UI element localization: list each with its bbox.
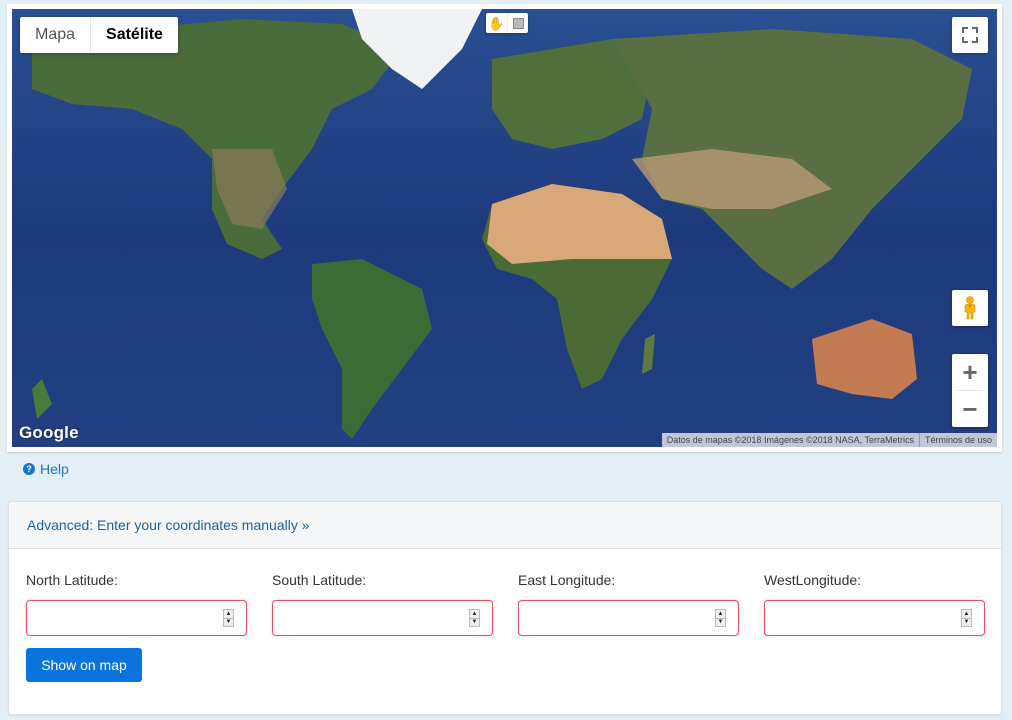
spinner-up-icon[interactable]: ▲: [470, 610, 479, 618]
east-longitude-label: East Longitude:: [518, 572, 616, 588]
satellite-imagery[interactable]: [12, 9, 997, 447]
map-type-control: Mapa Satélite: [20, 17, 178, 53]
question-circle-icon: ?: [23, 463, 35, 475]
north-latitude-group: North Latitude: ▲ ▼: [26, 572, 247, 636]
east-longitude-group: East Longitude: ▲ ▼: [518, 572, 739, 636]
west-longitude-input[interactable]: [765, 601, 984, 635]
pegman-icon: [964, 296, 976, 320]
spinner-down-icon[interactable]: ▼: [716, 617, 725, 627]
spinner-down-icon[interactable]: ▼: [470, 617, 479, 627]
east-longitude-input[interactable]: [519, 601, 738, 635]
coordinate-fields: North Latitude: ▲ ▼ South Latitude: ▲ ▼ …: [26, 572, 1010, 636]
spinner-down-icon[interactable]: ▼: [224, 617, 233, 627]
zoom-in-button[interactable]: +: [952, 354, 988, 390]
pan-tool-button[interactable]: ✋: [486, 13, 507, 33]
south-latitude-label: South Latitude:: [272, 572, 367, 588]
west-longitude-group: WestLongitude: ▲ ▼: [764, 572, 985, 636]
north-latitude-spinner[interactable]: ▲ ▼: [223, 609, 234, 627]
fullscreen-icon-corner: [962, 37, 968, 43]
map-type-mapa[interactable]: Mapa: [20, 17, 90, 53]
world-map[interactable]: Mapa Satélite ✋ + − Google Datos de mapa…: [12, 9, 997, 447]
zoom-control: + −: [952, 354, 988, 427]
west-longitude-spinner[interactable]: ▲ ▼: [961, 609, 972, 627]
attribution-text: Datos de mapas ©2018 Imágenes ©2018 NASA…: [666, 435, 914, 445]
rectangle-draw-icon: [512, 17, 524, 29]
zoom-out-button[interactable]: −: [952, 391, 988, 427]
spinner-down-icon[interactable]: ▼: [962, 617, 971, 627]
south-latitude-spinner[interactable]: ▲ ▼: [469, 609, 480, 627]
west-longitude-wrapper: ▲ ▼: [764, 600, 985, 636]
help-link[interactable]: ? Help: [23, 461, 69, 477]
map-type-satellite[interactable]: Satélite: [90, 17, 178, 53]
show-on-map-button[interactable]: Show on map: [26, 648, 142, 682]
rectangle-tool-button[interactable]: [507, 13, 528, 33]
east-longitude-wrapper: ▲ ▼: [518, 600, 739, 636]
advanced-coordinates-toggle[interactable]: Advanced: Enter your coordinates manuall…: [27, 517, 310, 533]
panel-header: Advanced: Enter your coordinates manuall…: [9, 502, 1001, 549]
south-latitude-wrapper: ▲ ▼: [272, 600, 493, 636]
spinner-up-icon[interactable]: ▲: [224, 610, 233, 618]
south-latitude-group: South Latitude: ▲ ▼: [272, 572, 493, 636]
help-label: Help: [40, 461, 69, 477]
east-longitude-spinner[interactable]: ▲ ▼: [715, 609, 726, 627]
terms-of-use-link[interactable]: Términos de uso: [918, 433, 997, 447]
west-longitude-label: WestLongitude:: [764, 572, 862, 588]
hand-pan-icon: ✋: [488, 15, 505, 31]
fullscreen-icon-corner: [972, 27, 978, 33]
fullscreen-icon-corner: [972, 37, 978, 43]
north-latitude-wrapper: ▲ ▼: [26, 600, 247, 636]
map-attribution: Datos de mapas ©2018 Imágenes ©2018 NASA…: [661, 433, 997, 447]
map-frame: Mapa Satélite ✋ + − Google Datos de mapa…: [7, 4, 1002, 452]
north-latitude-label: North Latitude:: [26, 572, 118, 588]
spinner-up-icon[interactable]: ▲: [962, 610, 971, 618]
street-view-button[interactable]: [952, 290, 988, 326]
drawing-toolbar: ✋: [486, 13, 528, 33]
google-logo[interactable]: Google: [19, 423, 79, 443]
fullscreen-button[interactable]: [952, 17, 988, 53]
coordinates-panel: Advanced: Enter your coordinates manuall…: [8, 501, 1002, 715]
fullscreen-icon: [962, 27, 968, 33]
spinner-up-icon[interactable]: ▲: [716, 610, 725, 618]
north-latitude-input[interactable]: [27, 601, 246, 635]
south-latitude-input[interactable]: [273, 601, 492, 635]
